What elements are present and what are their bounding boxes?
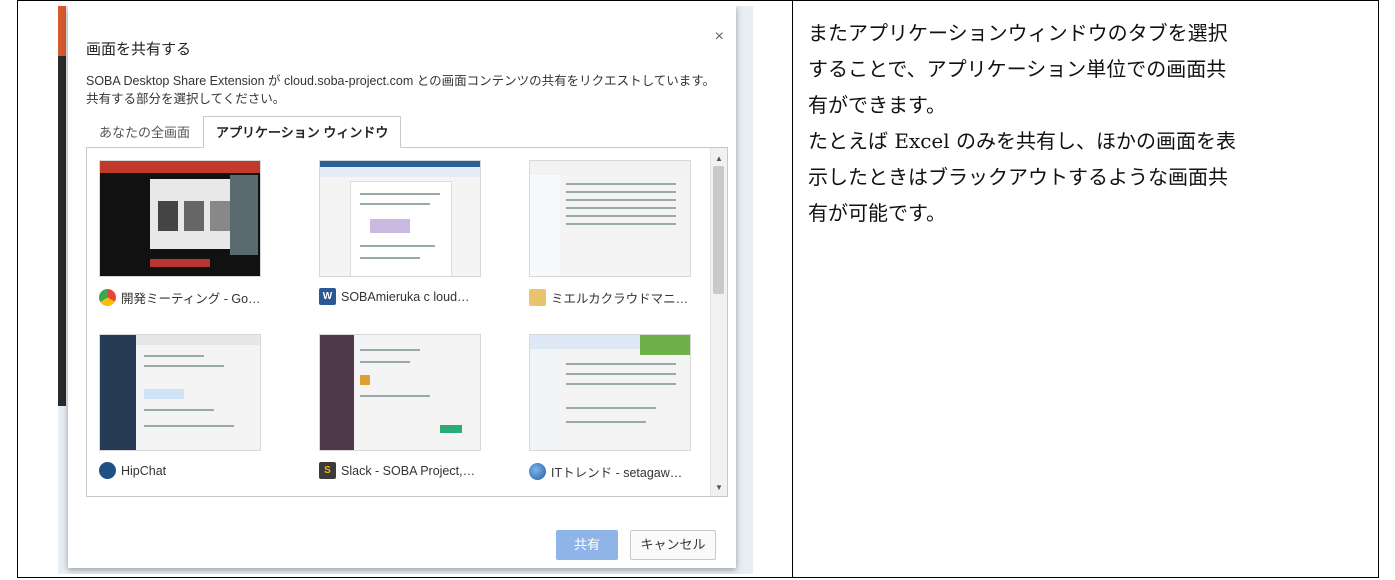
explanation-line: たとえば Excel のみを共有し、ほかの画面を表	[808, 129, 1237, 153]
background-window-edge	[58, 6, 66, 406]
window-caption: W SOBAmieruka c loud…	[319, 288, 514, 305]
window-thumbnail	[319, 160, 481, 277]
explanation-line: 示したときはブラックアウトするような画面共	[808, 165, 1228, 189]
window-thumbnail	[99, 334, 261, 451]
window-list-scrollbar[interactable]: ▲ ▼	[710, 148, 727, 496]
window-caption: HipChat	[99, 462, 294, 479]
table-divider	[792, 1, 793, 577]
dialog-description: SOBA Desktop Share Extension が cloud.sob…	[86, 74, 715, 106]
share-screen-dialog: 画面を共有する × SOBA Desktop Share Extension が…	[68, 6, 736, 568]
thunderbird-icon	[529, 463, 546, 480]
explanation-line: 有ができます。	[808, 93, 946, 117]
close-icon[interactable]: ×	[715, 28, 724, 46]
slack-icon: S	[319, 462, 336, 479]
background-accent	[58, 6, 66, 56]
window-list-panel: 開発ミーティング - Go… W SOBAmieruka c loud… ミエル…	[86, 147, 728, 497]
document-table: 画面を共有する × SOBA Desktop Share Extension が…	[17, 0, 1379, 578]
explanation-line: またアプリケーションウィンドウのタブを選択	[808, 21, 1228, 45]
explanation-text: またアプリケーションウィンドウのタブを選択 することで、アプリケーション単位での…	[808, 15, 1388, 231]
scroll-up-arrow-icon[interactable]: ▲	[715, 154, 723, 163]
word-icon: W	[319, 288, 336, 305]
window-caption: ITトレンド - setagaw…	[529, 462, 724, 481]
share-dialog-screenshot: 画面を共有する × SOBA Desktop Share Extension が…	[58, 6, 753, 574]
window-caption: 開発ミーティング - Go…	[99, 288, 294, 307]
window-thumbnail	[319, 334, 481, 451]
window-caption: S Slack - SOBA Project,…	[319, 462, 514, 479]
tab-application-window[interactable]: アプリケーション ウィンドウ	[203, 116, 402, 148]
scroll-down-arrow-icon[interactable]: ▼	[715, 483, 723, 492]
explanation-line: することで、アプリケーション単位での画面共	[808, 57, 1227, 81]
cancel-button[interactable]: キャンセル	[630, 530, 716, 560]
scroll-thumb[interactable]	[713, 166, 724, 294]
window-thumbnail	[99, 160, 261, 277]
chrome-icon	[99, 289, 116, 306]
window-thumbnail	[529, 334, 691, 451]
window-thumbnail	[529, 160, 691, 277]
folder-icon	[529, 289, 546, 306]
hipchat-icon	[99, 462, 116, 479]
share-button[interactable]: 共有	[556, 530, 618, 560]
tab-entire-screen[interactable]: あなたの全画面	[86, 116, 203, 148]
dialog-title: 画面を共有する	[86, 41, 192, 58]
source-tabs: あなたの全画面 アプリケーション ウィンドウ	[86, 116, 402, 148]
window-caption: ミエルカクラウドマニ…	[529, 288, 724, 307]
explanation-line: 有が可能です。	[808, 201, 946, 225]
